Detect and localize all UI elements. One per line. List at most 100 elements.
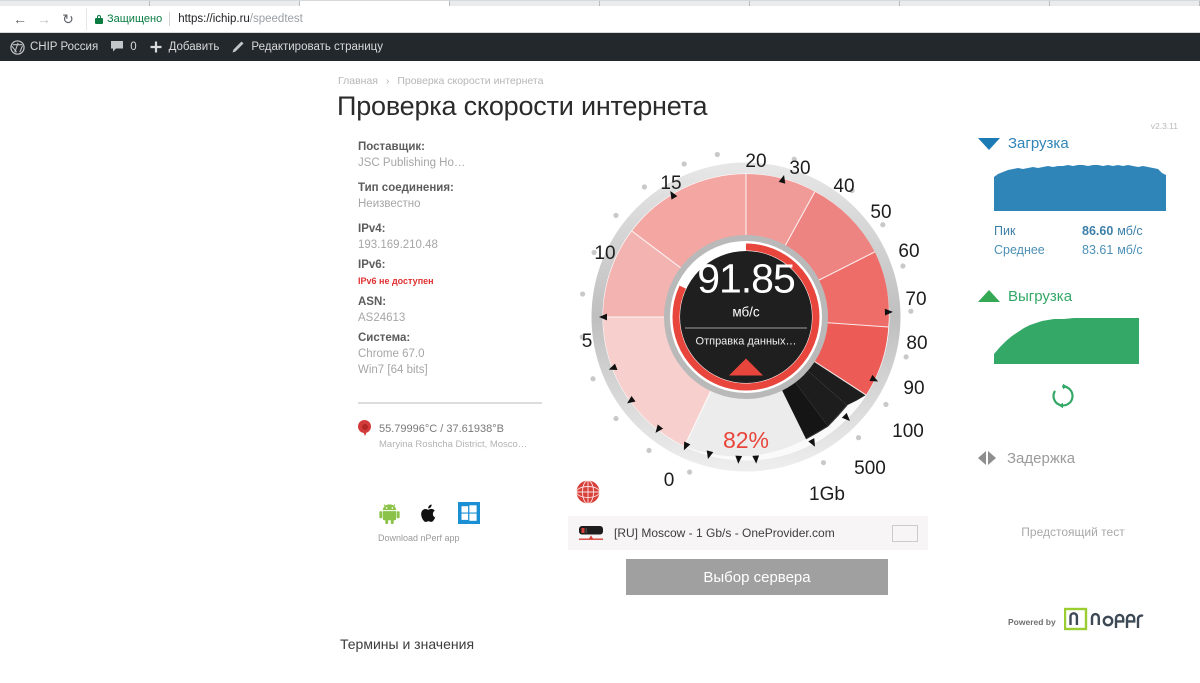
download-app-label: Download nPerf app — [358, 533, 548, 543]
browser-tab[interactable] — [1050, 1, 1200, 6]
system-os-value: Win7 [64 bits] — [358, 364, 548, 376]
gauge-tick-10: 10 — [594, 243, 615, 265]
apple-icon[interactable] — [418, 502, 440, 524]
android-icon[interactable] — [378, 502, 400, 524]
comment-bubble-icon — [110, 40, 125, 55]
gauge-tick-100: 100 — [892, 421, 924, 443]
download-avg-unit: мб/с — [1117, 241, 1142, 260]
download-peak-value: 86.60 — [1082, 222, 1113, 241]
back-arrow-icon[interactable]: ← — [8, 7, 32, 31]
server-name: [RU] Moscow - 1 Gb/s - OneProvider.com — [614, 526, 882, 540]
latency-arrows-icon — [978, 451, 999, 465]
upload-triangle-icon — [978, 290, 1000, 302]
terms-link[interactable]: Термины и значения — [340, 636, 474, 652]
app-store-links — [358, 502, 548, 524]
upload-section-header: Выгрузка — [978, 288, 1188, 305]
ipv4-value: 193.169.210.48 — [358, 239, 548, 251]
download-peak-row: Пик 86.60 мб/с — [994, 222, 1188, 241]
admin-bar-edit[interactable]: Редактировать страницу — [231, 40, 395, 55]
breadcrumb-home[interactable]: Главная — [338, 75, 378, 87]
forward-arrow-icon[interactable]: → — [32, 7, 56, 31]
download-stats: Пик 86.60 мб/с Среднее 83.61 мб/с — [994, 222, 1188, 260]
connection-info-panel: Поставщик: JSC Publishing Ho… Тип соедин… — [358, 141, 548, 543]
system-browser-value: Chrome 67.0 — [358, 348, 548, 360]
loading-spinner-icon — [1050, 383, 1188, 414]
download-avg-label: Среднее — [994, 241, 1082, 260]
ipv6-value: IPv6 не доступен — [358, 276, 548, 286]
breadcrumb-current: Проверка скорости интернета — [397, 75, 543, 87]
url-path: /speedtest — [250, 13, 303, 25]
pencil-icon — [231, 40, 246, 55]
admin-bar-site[interactable]: CHIP Россия — [10, 40, 110, 55]
page-body: Главная › Проверка скорости интернета Пр… — [0, 61, 1200, 683]
results-panel: v2.3.11 Загрузка Пик 86.60 мб/с Среднее … — [978, 121, 1188, 539]
nperf-logo-icon — [1064, 606, 1150, 637]
breadcrumb: Главная › Проверка скорости интернета — [338, 75, 543, 87]
server-info-bar[interactable]: [RU] Moscow - 1 Gb/s - OneProvider.com — [568, 516, 928, 550]
version-label: v2.3.11 — [1151, 121, 1178, 131]
gauge-tick-0: 0 — [664, 470, 675, 492]
page-title: Проверка скорости интернета — [337, 91, 707, 122]
browser-tab-active[interactable] — [300, 1, 450, 6]
admin-bar-comment-count: 0 — [130, 41, 136, 53]
reload-icon[interactable]: ↻ — [56, 7, 80, 31]
url-divider — [169, 12, 170, 26]
download-avg-value: 83.61 — [1082, 241, 1113, 260]
address-bar[interactable]: Защищено https://ichip.ru/speedtest — [86, 8, 1190, 30]
browser-tab[interactable] — [900, 1, 1050, 6]
server-rack-icon — [578, 523, 604, 543]
asn-label: ASN: — [358, 296, 548, 308]
download-avg-row: Среднее 83.61 мб/с — [994, 241, 1188, 260]
upload-graph — [994, 314, 1188, 369]
connection-type-value: Неизвестно — [358, 198, 548, 210]
pending-test-label: Предстоящий тест — [978, 525, 1188, 539]
gauge-tick-20: 20 — [745, 151, 766, 173]
windows-icon[interactable] — [458, 502, 480, 524]
secure-label: Защищено — [107, 13, 162, 25]
powered-by-block: Powered by — [1008, 606, 1150, 637]
gauge-tick-500: 500 — [854, 458, 886, 480]
asn-value: AS24613 — [358, 312, 548, 324]
gauge-tick-80: 80 — [906, 333, 927, 355]
globe-icon — [575, 479, 601, 505]
browser-tab[interactable] — [750, 1, 900, 6]
admin-bar-site-label: CHIP Россия — [30, 41, 98, 53]
admin-bar-edit-label: Редактировать страницу — [251, 41, 383, 53]
browser-toolbar: ← → ↻ Защищено https://ichip.ru/speedtes… — [0, 6, 1200, 33]
browser-tab[interactable] — [0, 1, 150, 6]
provider-value: JSC Publishing Ho… — [358, 157, 548, 169]
latency-title: Задержка — [1007, 450, 1075, 467]
map-pin-icon — [358, 420, 371, 437]
browser-tab-strip[interactable] — [0, 0, 1200, 6]
download-peak-label: Пик — [994, 222, 1082, 241]
content-column: Главная › Проверка скорости интернета Пр… — [330, 61, 1200, 683]
browser-tab[interactable] — [600, 1, 750, 6]
ipv6-label: IPv6: — [358, 259, 548, 271]
ipv4-label: IPv4: — [358, 223, 548, 235]
gauge-tick-90: 90 — [903, 378, 924, 400]
select-server-button[interactable]: Выбор сервера — [626, 559, 888, 595]
browser-tab[interactable] — [450, 1, 600, 6]
gauge-tick-1gb: 1Gb — [809, 484, 845, 506]
gauge-tick-40: 40 — [833, 176, 854, 198]
divider — [358, 402, 542, 404]
geo-coordinates: 55.79996°C / 37.61938°B — [379, 423, 504, 435]
gauge-tick-30: 30 — [789, 158, 810, 180]
geo-address: Maryina Roshcha District, Mosco… — [379, 439, 527, 450]
download-title: Загрузка — [1008, 135, 1069, 152]
download-graph — [994, 161, 1188, 216]
gauge-tick-50: 50 — [870, 202, 891, 224]
upload-title: Выгрузка — [1008, 288, 1072, 305]
powered-by-label: Powered by — [1008, 617, 1056, 627]
admin-bar-new[interactable]: Добавить — [149, 40, 232, 55]
url-host: https://ichip.ru — [178, 13, 250, 25]
speed-gauge: 0 5 10 15 20 30 40 50 60 70 80 90 100 50… — [566, 137, 926, 497]
latency-section-header: Задержка — [978, 450, 1188, 467]
browser-tab[interactable] — [150, 1, 300, 6]
admin-bar-new-label: Добавить — [169, 41, 220, 53]
admin-bar-comments[interactable]: 0 — [110, 40, 148, 55]
system-label: Система: — [358, 332, 548, 344]
connection-type-label: Тип соединения: — [358, 182, 548, 194]
lock-icon — [95, 15, 103, 24]
wp-admin-bar: CHIP Россия 0 Добавить Редактировать стр… — [0, 33, 1200, 61]
